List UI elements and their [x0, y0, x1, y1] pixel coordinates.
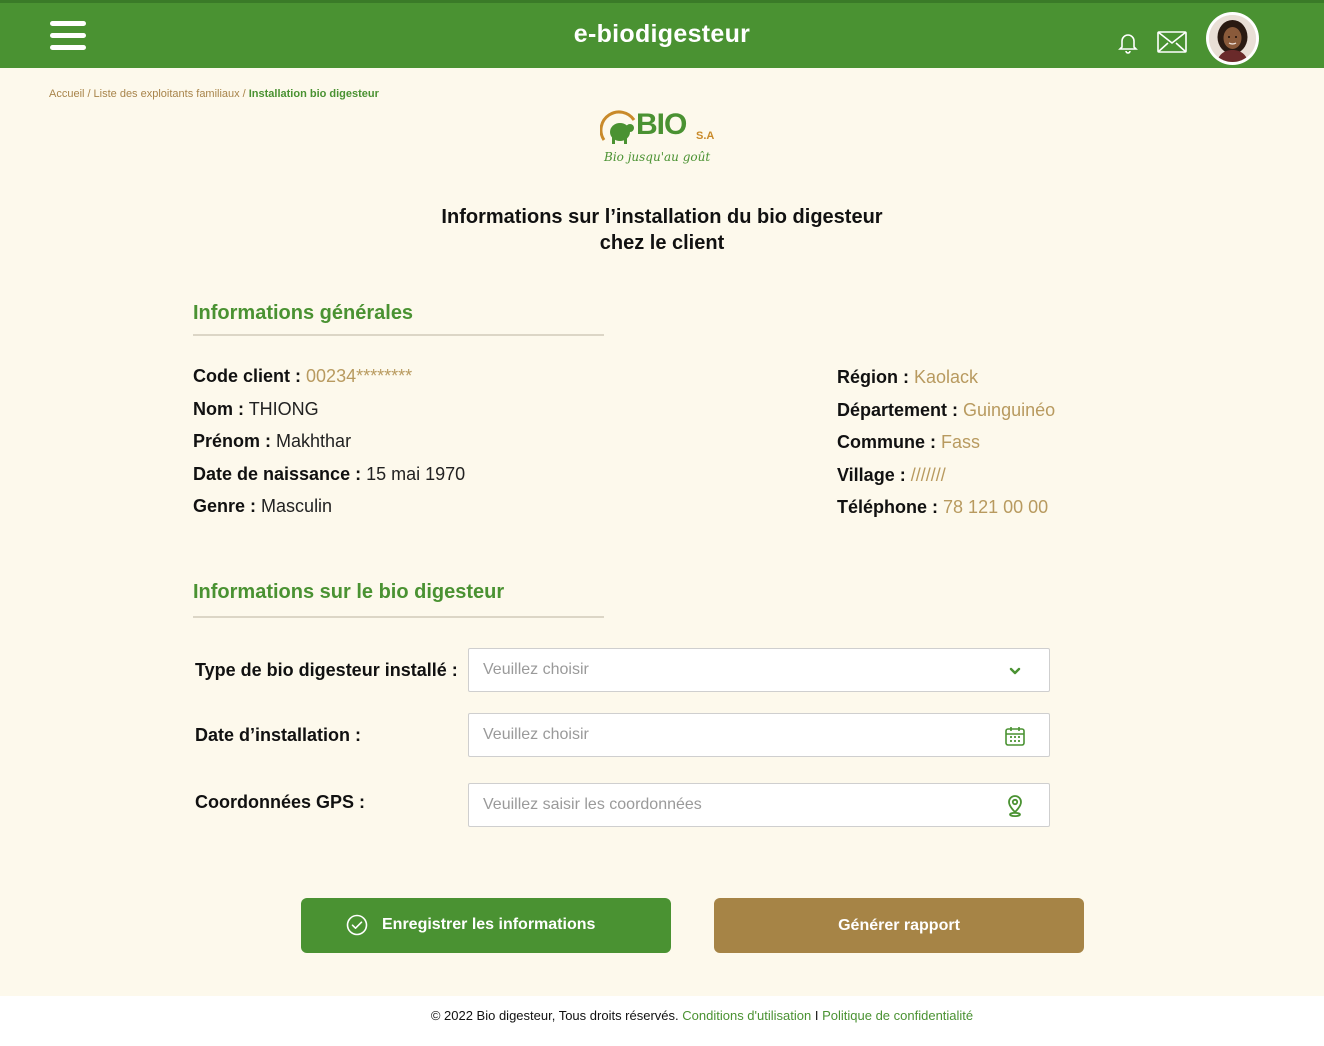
info-label: Code client : — [193, 366, 302, 386]
info-value: 00234******** — [306, 366, 413, 386]
breadcrumb: Accueil / Liste des exploitants familiaux /… — [49, 88, 379, 100]
info-label: Genre : — [193, 496, 257, 516]
terms-link[interactable]: Conditions d'utilisation — [682, 1008, 811, 1023]
info-value: Kaolack — [914, 367, 979, 387]
breadcrumb-separator: / — [242, 88, 246, 100]
chevron-down-icon — [1009, 667, 1021, 675]
save-button[interactable]: Enregistrer les informations — [301, 898, 671, 953]
install-date-field[interactable]: Veuillez choisir — [468, 713, 1050, 757]
info-label: Nom : — [193, 399, 244, 419]
footer-copyright: © 2022 Bio digesteur, Tous droits réserv… — [430, 1008, 679, 1023]
page-title: Informations sur l’installation du bio d… — [362, 204, 962, 256]
info-value: Makhthar — [276, 431, 352, 451]
info-region: Région : Kaolack — [837, 367, 978, 388]
info-value: 15 mai 1970 — [366, 464, 466, 484]
select-placeholder: Veuillez choisir — [483, 661, 589, 678]
type-biodigester-label: Type de bio digesteur installé : — [195, 660, 458, 680]
footer: © 2022 Bio digesteur, Tous droits réserv… — [0, 996, 1324, 1046]
info-value: THIONG — [248, 399, 319, 419]
info-departement: Département : Guinguinéo — [837, 400, 1055, 421]
user-avatar[interactable] — [1206, 12, 1259, 65]
breadcrumb-current: Installation bio digesteur — [248, 88, 379, 100]
breadcrumb-separator: / — [87, 88, 91, 100]
mail-icon[interactable] — [1157, 31, 1187, 53]
info-value: 78 121 00 00 — [943, 497, 1049, 517]
section-divider — [193, 616, 604, 618]
info-value: Masculin — [261, 496, 333, 516]
section-divider — [193, 334, 604, 336]
bio-logo: BIO S.A Bio jusqu'au goût — [600, 106, 720, 170]
report-button-label: Générer rapport — [838, 916, 960, 934]
info-value: /////// — [910, 465, 946, 485]
top-bar: e-biodigesteur — [0, 0, 1324, 68]
gps-placeholder: Veuillez saisir les coordonnées — [483, 796, 702, 813]
save-button-label: Enregistrer les informations — [382, 916, 596, 933]
info-label: Date de naissance : — [193, 464, 362, 484]
info-prenom: Prénom : Makhthar — [193, 431, 351, 452]
page-title-line1: Informations sur l’installation du bio d… — [441, 206, 883, 228]
gps-label: Coordonnées GPS : — [195, 792, 366, 812]
general-section-title: Informations générales — [193, 302, 414, 324]
info-value: Guinguinéo — [963, 400, 1056, 420]
footer-divider: I — [814, 1008, 819, 1023]
date-placeholder: Veuillez choisir — [483, 726, 589, 743]
gps-input[interactable]: Veuillez saisir les coordonnées — [468, 783, 1050, 827]
info-label: Département : — [837, 400, 959, 420]
info-label: Téléphone : — [837, 497, 939, 517]
info-value: Fass — [941, 432, 981, 452]
info-commune: Commune : Fass — [837, 432, 980, 453]
info-date-naissance: Date de naissance : 15 mai 1970 — [193, 464, 465, 485]
bell-icon[interactable] — [1116, 30, 1140, 54]
check-circle-icon — [346, 914, 368, 936]
info-village: Village : /////// — [837, 465, 946, 486]
info-nom: Nom : THIONG — [193, 399, 319, 420]
map-pin-icon[interactable] — [1003, 794, 1027, 818]
info-label: Prénom : — [193, 431, 272, 451]
page-title-line2: chez le client — [599, 232, 725, 254]
logo-suffix: S.A — [696, 130, 715, 142]
privacy-link[interactable]: Politique de confidentialité — [822, 1008, 973, 1023]
info-label: Commune : — [837, 432, 936, 452]
biodigester-section-title: Informations sur le bio digesteur — [193, 581, 505, 603]
info-label: Village : — [837, 465, 906, 485]
info-label: Région : — [837, 367, 909, 387]
logo-tagline: Bio jusqu'au goût — [604, 150, 711, 164]
generate-report-button[interactable]: Générer rapport — [714, 898, 1084, 953]
breadcrumb-exploitants-link[interactable]: Liste des exploitants familiaux — [94, 88, 240, 100]
info-code-client: Code client : 00234******** — [193, 366, 412, 387]
breadcrumb-home-link[interactable]: Accueil — [49, 88, 84, 100]
type-biodigester-select[interactable]: Veuillez choisir — [468, 648, 1050, 692]
logo-word: BIO — [636, 108, 687, 141]
calendar-icon[interactable] — [1003, 724, 1027, 748]
info-genre: Genre : Masculin — [193, 496, 332, 517]
info-telephone: Téléphone : 78 121 00 00 — [837, 497, 1048, 518]
install-date-label: Date d’installation : — [195, 725, 362, 745]
